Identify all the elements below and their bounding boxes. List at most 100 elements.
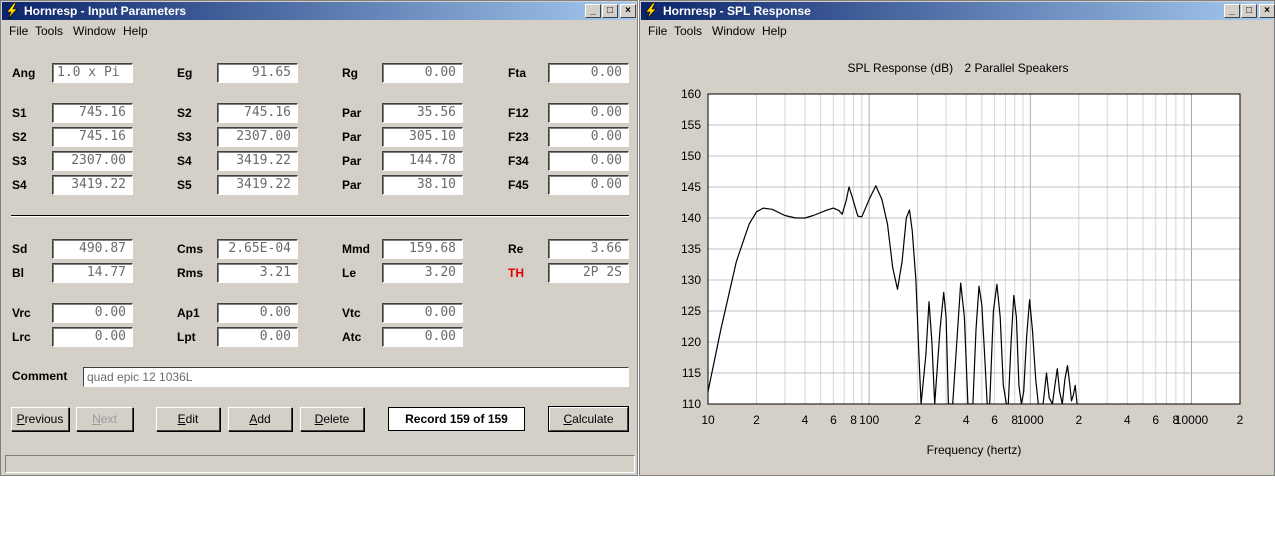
add-button[interactable]: Add (228, 407, 292, 431)
param-field-atc[interactable]: 0.00 (382, 327, 463, 347)
menu-file[interactable]: File (9, 24, 28, 38)
param-label-s3: S3 (177, 130, 192, 144)
x-tick-label: 6 (1152, 413, 1159, 427)
param-field-f23[interactable]: 0.00 (548, 127, 629, 147)
param-field-bl[interactable]: 14.77 (52, 263, 133, 283)
param-field-s2[interactable]: 745.16 (52, 127, 133, 147)
app-lightning-icon (6, 3, 18, 19)
param-field-f12[interactable]: 0.00 (548, 103, 629, 123)
param-label-bl: Bl (12, 266, 24, 280)
param-field-s3[interactable]: 2307.00 (52, 151, 133, 171)
param-label-f12: F12 (508, 106, 529, 120)
param-label-rg: Rg (342, 66, 358, 80)
x-tick-label: 1000 (1017, 413, 1044, 427)
param-field-fta[interactable]: 0.00 (548, 63, 629, 83)
param-field-vrc[interactable]: 0.00 (52, 303, 133, 323)
param-label-fta: Fta (508, 66, 526, 80)
param-label-re: Re (508, 242, 524, 256)
y-tick-label: 130 (681, 273, 701, 287)
param-label-eg: Eg (177, 66, 193, 80)
x-tick-label: 4 (1124, 413, 1131, 427)
y-tick-label: 115 (682, 366, 701, 380)
param-field-s5[interactable]: 3419.22 (217, 175, 298, 195)
param-label-s4: S4 (12, 178, 27, 192)
param-field-lrc[interactable]: 0.00 (52, 327, 133, 347)
previous-button-label: revious (24, 412, 64, 426)
spl-chart: 11011512012513013514014515015516010 2 4 6 8 1… (681, 87, 1244, 457)
previous-button[interactable]: Previous (11, 407, 69, 431)
param-label-f23: F23 (508, 130, 529, 144)
y-tick-label: 155 (681, 118, 701, 132)
param-label-mmd: Mmd (342, 242, 370, 256)
menu-tools[interactable]: Tools (35, 24, 63, 38)
param-field-ap1[interactable]: 0.00 (217, 303, 298, 323)
delete-button[interactable]: Delete (300, 407, 364, 431)
x-tick-label: 2 (753, 413, 760, 427)
comment-label: Comment (12, 369, 68, 383)
param-label-th: TH (508, 266, 524, 280)
calculate-button[interactable]: Calculate (548, 406, 629, 432)
param-field-lpt[interactable]: 0.00 (217, 327, 298, 347)
param-label-atc: Atc (342, 330, 362, 344)
param-field-vtc[interactable]: 0.00 (382, 303, 463, 323)
next-button[interactable]: Next (76, 407, 133, 431)
param-label-lpt: Lpt (177, 330, 196, 344)
y-tick-label: 110 (682, 397, 701, 411)
comment-field[interactable]: quad epic 12 1036L (83, 367, 629, 387)
param-label-par: Par (342, 178, 362, 192)
param-label-par: Par (342, 106, 362, 120)
param-field-th[interactable]: 2P 2S (548, 263, 629, 283)
param-field-sd[interactable]: 490.87 (52, 239, 133, 259)
y-tick-label: 150 (681, 149, 701, 163)
param-field-par[interactable]: 35.56 (382, 103, 463, 123)
y-tick-label: 125 (681, 304, 701, 318)
x-tick-label: 10 (701, 413, 715, 427)
menu-help[interactable]: Help (123, 24, 148, 38)
x-tick-label: 8 (850, 413, 857, 427)
param-label-s1: S1 (12, 106, 27, 120)
param-field-le[interactable]: 3.20 (382, 263, 463, 283)
x-tick-label: 4 (802, 413, 809, 427)
param-field-f45[interactable]: 0.00 (548, 175, 629, 195)
param-field-s4[interactable]: 3419.22 (52, 175, 133, 195)
param-field-ang[interactable]: 1.0 x Pi (52, 63, 133, 83)
param-field-par[interactable]: 305.10 (382, 127, 463, 147)
param-label-lrc: Lrc (12, 330, 31, 344)
param-field-par[interactable]: 144.78 (382, 151, 463, 171)
param-label-s2: S2 (12, 130, 27, 144)
menu-window[interactable]: Window (73, 24, 116, 38)
param-field-s3[interactable]: 2307.00 (217, 127, 298, 147)
x-tick-label: 2 (1075, 413, 1082, 427)
x-tick-label: 6 (991, 413, 998, 427)
param-field-eg[interactable]: 91.65 (217, 63, 298, 83)
param-field-mmd[interactable]: 159.68 (382, 239, 463, 259)
record-indicator: Record 159 of 159 (388, 407, 525, 431)
param-field-s4[interactable]: 3419.22 (217, 151, 298, 171)
x-tick-label: 2 (914, 413, 921, 427)
y-tick-label: 120 (681, 335, 701, 349)
param-label-ap1: Ap1 (177, 306, 200, 320)
param-field-s2[interactable]: 745.16 (217, 103, 298, 123)
param-label-rms: Rms (177, 266, 204, 280)
window-title: Hornresp - Input Parameters (24, 4, 187, 18)
status-bar (5, 455, 635, 473)
x-tick-label: 10000 (1175, 413, 1209, 427)
minimize-button[interactable]: _ (585, 4, 601, 18)
x-tick-label: 4 (963, 413, 970, 427)
param-field-f34[interactable]: 0.00 (548, 151, 629, 171)
param-field-cms[interactable]: 2.65E-04 (217, 239, 298, 259)
param-label-vtc: Vtc (342, 306, 361, 320)
param-label-par: Par (342, 154, 362, 168)
param-field-rg[interactable]: 0.00 (382, 63, 463, 83)
title-bar[interactable]: Hornresp - Input Parameters _ □ × (2, 2, 636, 20)
param-field-re[interactable]: 3.66 (548, 239, 629, 259)
edit-button[interactable]: Edit (156, 407, 220, 431)
section-divider (11, 215, 629, 217)
y-tick-label: 160 (681, 87, 701, 101)
maximize-button[interactable]: □ (602, 4, 618, 18)
param-field-s1[interactable]: 745.16 (52, 103, 133, 123)
x-tick-label: 2 (1237, 413, 1244, 427)
close-button[interactable]: × (620, 4, 636, 18)
param-field-rms[interactable]: 3.21 (217, 263, 298, 283)
param-field-par[interactable]: 38.10 (382, 175, 463, 195)
